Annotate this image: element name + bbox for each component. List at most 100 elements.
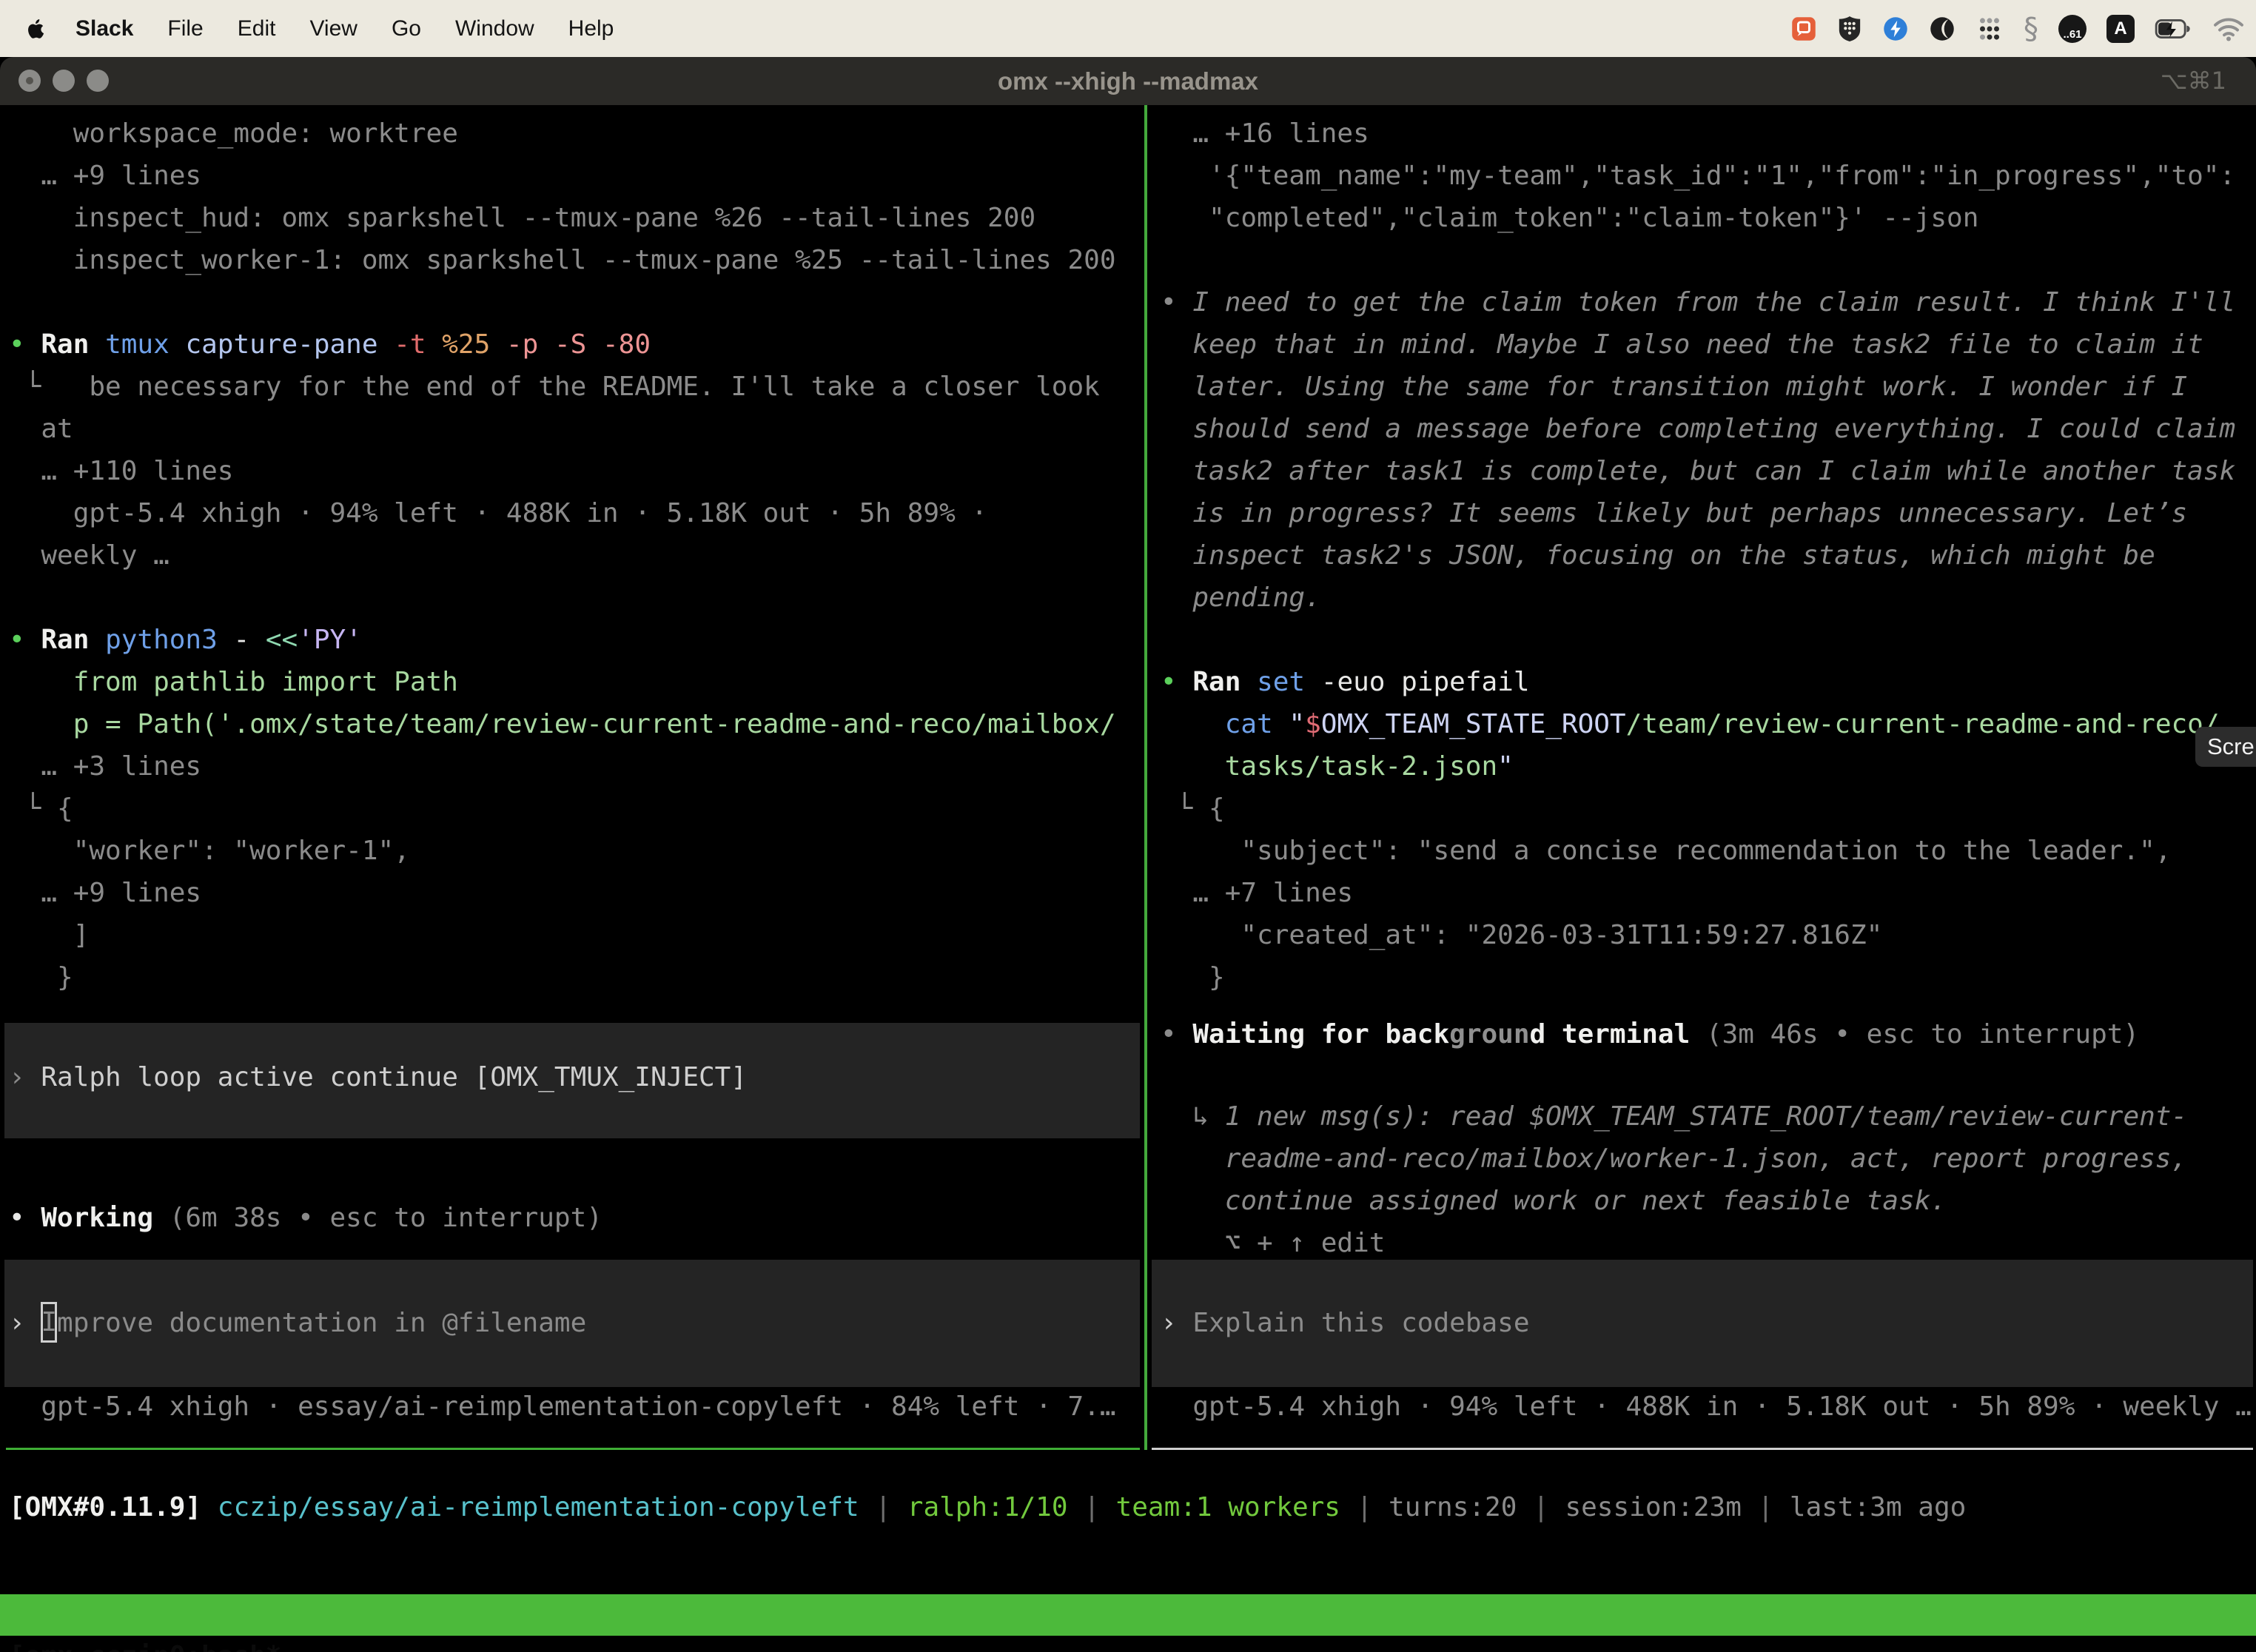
text-segment: /team/review-current-readme-and-reco/ — [1626, 709, 2220, 739]
terminal-line: should send a message before completing … — [1161, 408, 2256, 450]
terminal-line: } — [1161, 956, 2256, 998]
text-segment: "worker": "worker-1", — [9, 836, 410, 866]
screen: Slack File Edit View Go Window Help § ..… — [0, 0, 2256, 1652]
prompt-input-right[interactable]: › Explain this codebase — [1152, 1260, 2253, 1387]
screen-recording-icon[interactable] — [1790, 16, 1817, 42]
apple-logo-icon — [24, 16, 46, 42]
text-segment: Ran — [41, 625, 105, 655]
text-segment: from pathlib import Path — [9, 667, 458, 697]
text-segment: | — [875, 1492, 907, 1522]
text-segment: › — [9, 1308, 41, 1338]
text-segment: 'PY' — [298, 625, 362, 655]
terminal-line: inspect task2's JSON, focusing on the st… — [1161, 534, 2256, 577]
terminal-line: "worker": "worker-1", — [9, 830, 1144, 872]
text-segment: } — [1161, 962, 1225, 993]
pane-divider[interactable] — [1144, 105, 1147, 1450]
terminal-line: p = Path('.omx/state/team/review-current… — [9, 703, 1144, 745]
text-segment: • — [1161, 667, 1192, 697]
text-segment: | — [1084, 1492, 1115, 1522]
text-segment: %25 — [442, 329, 506, 360]
terminal-line: } — [9, 956, 1144, 998]
wifi-icon[interactable] — [2213, 16, 2244, 41]
text-segment: Waiting for back — [1192, 1019, 1449, 1050]
right-log: … +16 lines '{"team_name":"my-team","tas… — [1161, 113, 2256, 998]
assistant-a-icon[interactable]: A — [2106, 15, 2135, 43]
text-segment: gpt-5.4 xhigh · 94% left · 488K in · 5.1… — [1161, 1391, 2252, 1422]
terminal-line: … +9 lines — [9, 872, 1144, 914]
terminal-line: at — [9, 408, 1144, 450]
keypad-shield-icon[interactable] — [1837, 15, 1862, 43]
apple-menu-icon[interactable] — [24, 16, 46, 42]
text-segment: gpt-5.4 xhigh · essay/ai-reimplementatio… — [9, 1391, 1116, 1422]
text-segment: ↳ — [1161, 1101, 1225, 1132]
left-pane-border — [6, 1448, 1140, 1450]
text-segment: gpt-5.4 xhigh · 94% left · 488K in · 5.1… — [9, 498, 987, 528]
waiting-status: • Waiting for background terminal (3m 46… — [1161, 1013, 2256, 1055]
text-segment: | — [1533, 1492, 1565, 1522]
menu-go[interactable]: Go — [392, 16, 421, 41]
terminal-line: … +110 lines — [9, 450, 1144, 492]
terminal-line — [1161, 239, 2256, 281]
text-segment: d terminal — [1530, 1019, 1706, 1050]
text-segment: I need to get the claim token from the c… — [1192, 287, 2235, 318]
prompt-input-left[interactable]: › Improve documentation in @filename — [4, 1260, 1140, 1387]
terminal-line: • Ran tmux capture-pane -t %25 -p -S -80 — [9, 323, 1144, 366]
text-segment: • — [9, 625, 41, 655]
text-segment: • — [1161, 1019, 1192, 1050]
text-segment: task2 after task1 is complete, but can I… — [1161, 456, 2235, 486]
menu-help[interactable]: Help — [568, 16, 614, 41]
dots-grid-icon[interactable] — [1975, 15, 2004, 43]
battery-charging-icon[interactable] — [2155, 16, 2193, 42]
text-segment: • — [9, 1203, 41, 1233]
terminal-line: cat "$OMX_TEAM_STATE_ROOT/team/review-cu… — [1161, 703, 2256, 745]
terminal-line: task2 after task1 is complete, but can I… — [1161, 450, 2256, 492]
text-segment: … +3 lines — [9, 751, 201, 782]
text-segment: groun — [1449, 1019, 1529, 1050]
terminal-line: weekly … — [9, 534, 1144, 577]
text-segment: └ { — [1161, 793, 1225, 824]
titlebar: omx --xhigh --madmax ⌥⌘1 — [0, 57, 2256, 105]
terminal-line: workspace_mode: worktree — [9, 113, 1144, 155]
menu-view[interactable]: View — [309, 16, 357, 41]
menu-window[interactable]: Window — [455, 16, 534, 41]
omx-status-line: [OMX#0.11.9] cczip/essay/ai-reimplementa… — [9, 1486, 2256, 1528]
text-segment: 1 new msg(s): read $OMX_TEAM_STATE_ROOT/… — [1225, 1101, 2187, 1132]
terminal-line: • Waiting for background terminal (3m 46… — [1161, 1013, 2256, 1055]
terminal-line: … +3 lines — [9, 745, 1144, 788]
terminal-line: └ be necessary for the end of the README… — [9, 366, 1144, 408]
text-segment: set — [1257, 667, 1321, 697]
squiggle-icon[interactable]: § — [2024, 14, 2038, 44]
text-segment: tmux — [105, 329, 185, 360]
text-segment: Explain this codebase — [1192, 1308, 1529, 1338]
pane-right: … +16 lines '{"team_name":"my-team","tas… — [1152, 105, 2256, 1450]
terminal-line: keep that in mind. Maybe I also need the… — [1161, 323, 2256, 366]
text-segment: … +9 lines — [9, 878, 201, 908]
text-segment: • — [9, 329, 41, 360]
terminal-line: '{"team_name":"my-team","task_id":"1","f… — [1161, 155, 2256, 197]
text-cursor: I — [41, 1302, 57, 1343]
crescent-icon[interactable] — [1929, 16, 1955, 42]
terminal-line: … +9 lines — [9, 155, 1144, 197]
text-segment: | — [1758, 1492, 1790, 1522]
text-segment: … +9 lines — [9, 161, 201, 191]
text-segment: p = Path('.omx/state/team/review-current… — [9, 709, 1116, 739]
terminal-line — [9, 577, 1144, 619]
screen-tooltip[interactable]: Scre — [2195, 727, 2256, 767]
battery-badge-icon[interactable]: ..61 — [2058, 15, 2087, 43]
text-segment: " — [1497, 751, 1514, 782]
menu-file[interactable]: File — [167, 16, 203, 41]
text-segment: (6m 38s • esc to interrupt) — [169, 1203, 602, 1233]
terminal-line: › Ralph loop active continue [OMX_TMUX_I… — [9, 1056, 1140, 1098]
text-segment: << — [266, 625, 298, 655]
terminal-content: workspace_mode: worktree … +9 lines insp… — [0, 105, 2256, 1594]
terminal-line: gpt-5.4 xhigh · 94% left · 488K in · 5.1… — [1161, 1386, 2256, 1428]
text-segment: should send a message before completing … — [1161, 414, 2235, 444]
menubar-app-name[interactable]: Slack — [75, 16, 133, 41]
bolt-badge-icon[interactable] — [1882, 16, 1909, 42]
terminal-line: gpt-5.4 xhigh · essay/ai-reimplementatio… — [9, 1386, 1144, 1428]
window-shortcut-hint: ⌥⌘1 — [2161, 57, 2226, 105]
terminal-line: "completed","claim_token":"claim-token"}… — [1161, 197, 2256, 239]
left-session-status: gpt-5.4 xhigh · essay/ai-reimplementatio… — [9, 1386, 1144, 1428]
menu-edit[interactable]: Edit — [238, 16, 276, 41]
tmux-window-name[interactable]: [omx-cczip0:bash* — [9, 1636, 281, 1652]
